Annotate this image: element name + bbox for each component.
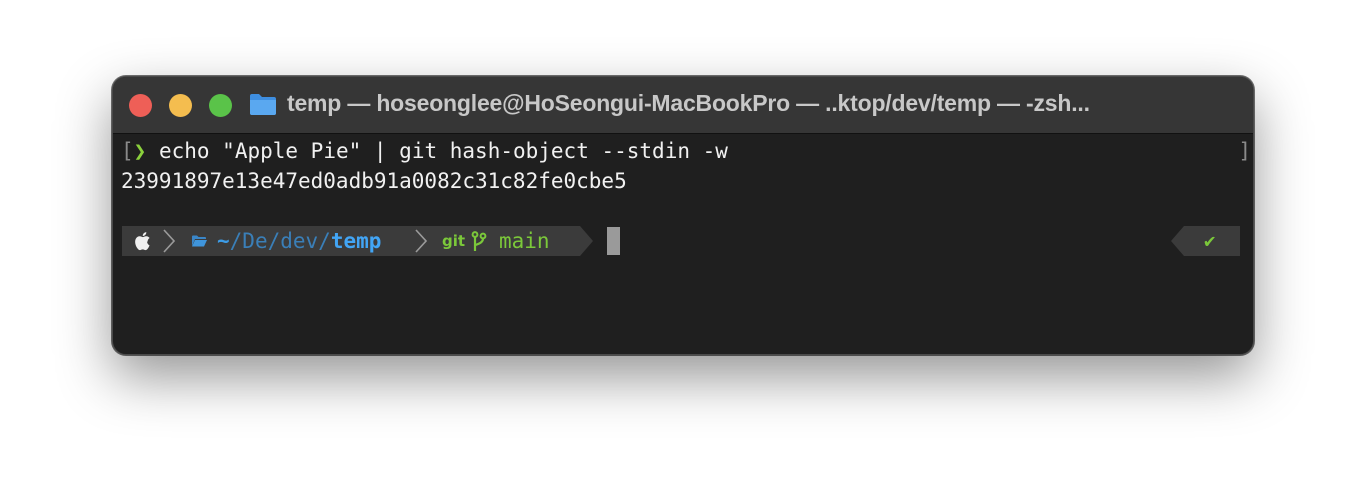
folder-icon: [250, 94, 276, 115]
path-middle: /De/dev/: [229, 229, 331, 253]
left-bracket: [: [121, 139, 134, 163]
terminal-window: temp — hoseonglee@HoSeongui-MacBookPro —…: [112, 76, 1254, 355]
minimize-button[interactable]: [169, 94, 192, 117]
segment-arrow: [1171, 226, 1184, 256]
command-text: echo "Apple Pie" | git hash-object --std…: [158, 139, 728, 163]
powerline-prompt: ~/De/dev/temp git main ✔: [122, 226, 1242, 256]
command-output: 23991897e13e47ed0adb91a0082c31c82fe0cbe5: [121, 169, 627, 193]
command-line: [❯ echo "Apple Pie" | git hash-object --…: [121, 136, 728, 166]
check-icon: ✔: [1204, 230, 1216, 252]
path-home: ~: [217, 229, 230, 253]
separator-icon: [415, 229, 427, 253]
git-branch-icon: [471, 231, 487, 251]
close-button[interactable]: [129, 94, 152, 117]
title-bar[interactable]: temp — hoseonglee@HoSeongui-MacBookPro —…: [113, 77, 1253, 134]
zoom-button[interactable]: [209, 94, 232, 117]
git-label: git: [442, 232, 466, 250]
current-path: ~/De/dev/temp: [217, 226, 381, 256]
segment-arrow: [580, 226, 593, 256]
apple-icon: [135, 232, 150, 251]
right-bracket: ]: [1238, 139, 1251, 163]
terminal-content[interactable]: [❯ echo "Apple Pie" | git hash-object --…: [113, 134, 1253, 354]
status-segment: ✔: [1171, 226, 1240, 256]
text-cursor: [607, 227, 620, 255]
folder-icon: [192, 235, 207, 247]
separator-icon: [163, 229, 175, 253]
prompt-symbol: ❯: [133, 139, 147, 163]
path-current-dir: temp: [330, 229, 382, 253]
window-title: temp — hoseonglee@HoSeongui-MacBookPro —…: [287, 90, 1090, 116]
git-branch-name: main: [499, 229, 550, 253]
